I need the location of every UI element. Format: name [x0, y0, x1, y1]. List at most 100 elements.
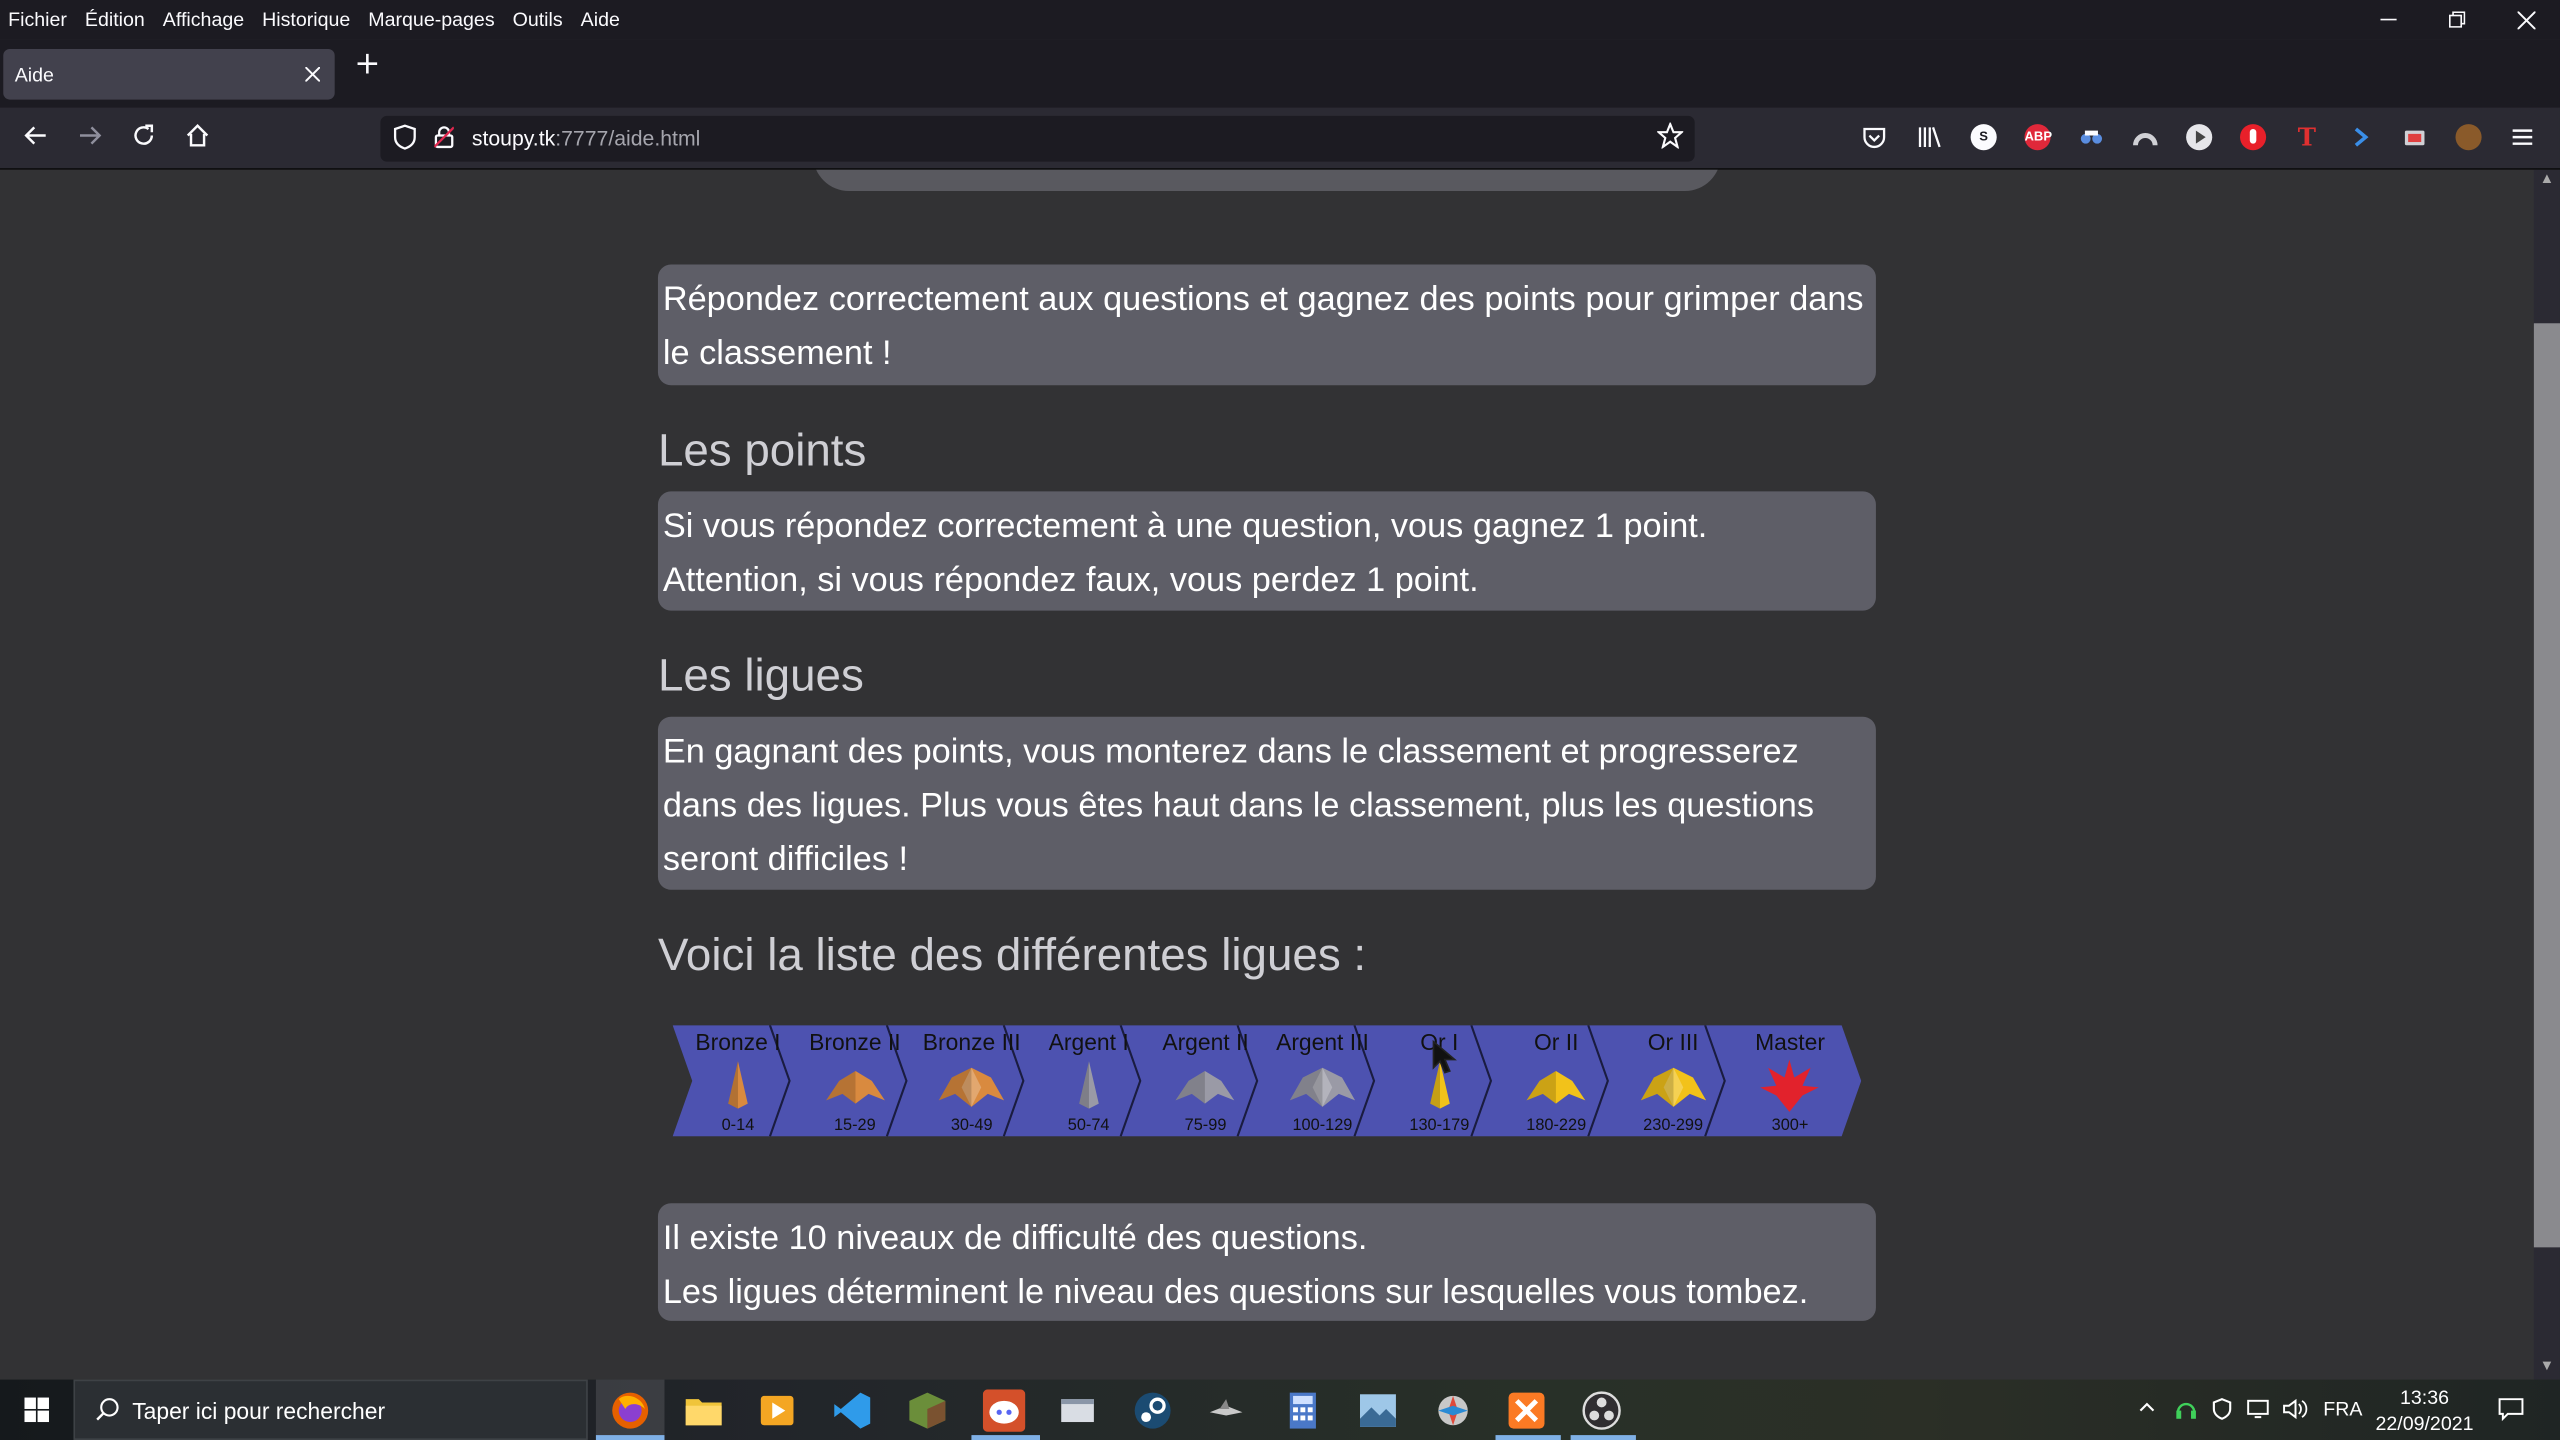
bookmark-star-icon[interactable] — [1655, 121, 1685, 156]
navigation-bar: stoupy.tk:7777/aide.html S ABP T — [0, 107, 2560, 170]
forward-button[interactable] — [72, 122, 108, 155]
windows-app-icon[interactable] — [1056, 1389, 1098, 1431]
leagues-card: En gagnant des points, vous monterez dan… — [657, 716, 1876, 890]
gold-3-icon — [1640, 1067, 1706, 1107]
calculator-icon[interactable] — [1282, 1389, 1324, 1431]
menu-item-edit[interactable]: Édition — [77, 5, 155, 34]
clock-time: 13:36 — [2399, 1386, 2450, 1409]
volume-icon[interactable] — [2282, 1398, 2308, 1426]
taskbar-running-indicator — [971, 1435, 1040, 1440]
league-range: 0-14 — [721, 1116, 755, 1135]
scroll-down-arrow-icon[interactable]: ▼ — [2534, 1357, 2560, 1380]
restore-button[interactable] — [2423, 0, 2492, 39]
reload-button[interactable] — [126, 122, 162, 155]
extension-chevron-icon[interactable] — [2348, 124, 2374, 150]
extension-hand-icon[interactable] — [2239, 124, 2267, 151]
steam-icon[interactable] — [1131, 1389, 1173, 1431]
league-list-heading: Voici la liste des différentes ligues : — [657, 928, 1367, 980]
back-button[interactable] — [18, 122, 54, 155]
vscode-icon[interactable] — [831, 1389, 873, 1431]
adblock-plus-icon[interactable]: ABP — [2024, 124, 2052, 151]
extension-arc-icon[interactable] — [2132, 124, 2158, 150]
league-10: Master 300+ — [1726, 1025, 1857, 1136]
network-icon[interactable] — [2247, 1398, 2273, 1426]
extension-s-icon[interactable]: S — [1970, 124, 1997, 151]
back-arrow-icon — [24, 126, 46, 145]
league-range: 50-74 — [1067, 1116, 1110, 1135]
plus-icon — [357, 53, 378, 74]
home-button[interactable] — [180, 122, 216, 155]
pocket-icon[interactable] — [1861, 124, 1887, 150]
windows-start-icon[interactable] — [10, 1394, 62, 1427]
security-shield-icon[interactable] — [2211, 1398, 2234, 1426]
game-controller-icon[interactable] — [1205, 1389, 1247, 1431]
league-range: 30-49 — [950, 1116, 993, 1135]
show-hidden-icons-chevron-up-icon[interactable] — [2137, 1398, 2157, 1422]
league-5: Argent II 75-99 — [1142, 1025, 1273, 1136]
minimize-icon — [2380, 18, 2397, 21]
difficulty-card: Il existe 10 niveaux de difficulté des q… — [657, 1203, 1876, 1321]
points-line-1: Si vous répondez correctement à une ques… — [662, 507, 1708, 546]
lock-icon[interactable] — [434, 126, 454, 149]
league-name: Bronze I — [695, 1028, 781, 1055]
league-range: 75-99 — [1184, 1116, 1227, 1135]
league-9: Or III 230-299 — [1609, 1025, 1740, 1136]
extension-glasses-icon[interactable] — [2078, 124, 2104, 150]
extension-t-icon[interactable]: T — [2294, 124, 2320, 150]
library-icon[interactable] — [1917, 124, 1943, 150]
extension-cookie-icon[interactable] — [2455, 124, 2482, 151]
scrollbar-thumb[interactable] — [2533, 323, 2560, 1248]
minimize-button[interactable] — [2354, 0, 2423, 39]
mouse-cursor-icon — [1432, 1039, 1457, 1074]
league-3: Bronze III 30-49 — [908, 1025, 1039, 1136]
scroll-up-arrow-icon[interactable]: ▲ — [2534, 170, 2560, 193]
obs-studio-icon[interactable] — [1580, 1389, 1622, 1431]
league-name: Master — [1755, 1028, 1825, 1055]
extension-screenshot-icon[interactable] — [2402, 124, 2428, 150]
points-card: Si vous répondez correctement à une ques… — [657, 491, 1876, 611]
clock[interactable]: 13:36 22/09/2021 — [2364, 1384, 2485, 1436]
league-name: Or III — [1647, 1028, 1699, 1055]
menu-item-view[interactable]: Affichage — [155, 5, 254, 34]
close-window-button[interactable] — [2491, 0, 2560, 39]
clock-date: 22/09/2021 — [2375, 1412, 2474, 1436]
reload-icon — [134, 124, 154, 145]
header-card — [813, 169, 1721, 192]
gold-2-icon — [1526, 1071, 1586, 1104]
media-player-icon[interactable] — [756, 1389, 798, 1431]
menu-item-history[interactable]: Historique — [254, 5, 360, 34]
home-icon — [186, 123, 209, 147]
league-8: Or II 180-229 — [1493, 1025, 1624, 1136]
url-bar[interactable]: stoupy.tk:7777/aide.html — [380, 115, 1695, 162]
menu-item-tools[interactable]: Outils — [504, 5, 572, 34]
tab-strip: Aide — [0, 39, 2560, 108]
notification-center-icon[interactable] — [2498, 1396, 2524, 1422]
language-indicator[interactable]: FRA — [2323, 1398, 2362, 1421]
minecraft-icon[interactable] — [906, 1389, 948, 1431]
menu-item-file[interactable]: Fichier — [0, 5, 77, 34]
discord-icon[interactable] — [982, 1389, 1026, 1432]
menu-item-help[interactable]: Aide — [572, 5, 629, 34]
league-range: 15-29 — [833, 1116, 876, 1135]
firefox-icon[interactable] — [609, 1389, 651, 1431]
tracking-shield-icon[interactable] — [393, 124, 416, 150]
league-name: Argent II — [1162, 1028, 1249, 1055]
settings-gear-icon[interactable] — [1432, 1389, 1474, 1431]
league-range: 180-229 — [1526, 1116, 1587, 1135]
menu-item-bookmarks[interactable]: Marque-pages — [360, 5, 504, 34]
difficulty-line-1: Il existe 10 niveaux de difficulté des q… — [662, 1219, 1368, 1258]
hamburger-menu-icon[interactable] — [2509, 124, 2535, 150]
new-tab-button[interactable] — [351, 49, 384, 82]
tab-close-icon[interactable] — [304, 60, 321, 86]
image-viewer-icon[interactable] — [1357, 1389, 1399, 1431]
league-range: 230-299 — [1643, 1116, 1704, 1135]
tab-aide[interactable]: Aide — [3, 48, 335, 100]
league-2: Bronze II 15-29 — [791, 1025, 922, 1136]
league-name: Argent I — [1048, 1028, 1129, 1055]
taskbar-search-box[interactable]: Taper ici pour rechercher — [73, 1379, 588, 1440]
difficulty-line-2: Les ligues déterminent le niveau des que… — [662, 1273, 1809, 1312]
headset-icon[interactable] — [2175, 1398, 2198, 1426]
xampp-icon[interactable] — [1505, 1389, 1547, 1431]
file-explorer-icon[interactable] — [682, 1389, 724, 1431]
extension-play-icon[interactable] — [2186, 124, 2213, 151]
